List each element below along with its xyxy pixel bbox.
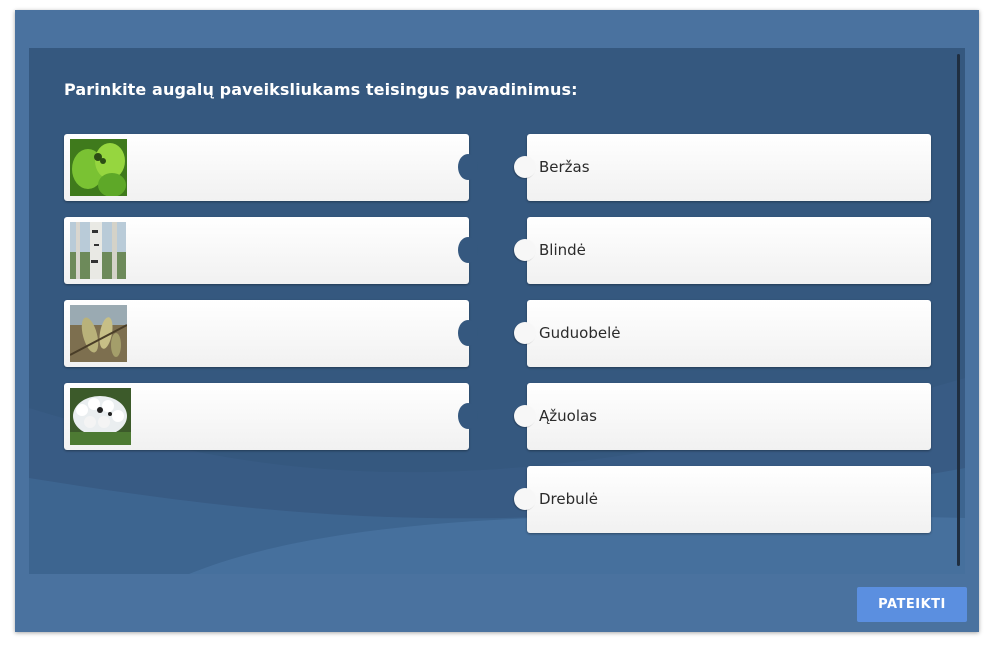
answer-tile-azuolas[interactable]: Ąžuolas (514, 383, 931, 450)
answer-label: Beržas (539, 158, 590, 176)
answer-label: Blindė (539, 241, 586, 259)
puzzle-knob (514, 488, 536, 510)
image-tile-1[interactable] (64, 134, 478, 201)
answer-label: Guduobelė (539, 324, 621, 342)
leaves-photo-icon (70, 139, 127, 196)
quiz-frame: Parinkite augalų paveiksliukams teisingu… (15, 10, 979, 632)
white-flowers-photo-icon (70, 388, 131, 445)
birch-trunk-photo-icon (70, 222, 126, 279)
puzzle-notch (458, 320, 478, 346)
answer-label: Ąžuolas (539, 407, 597, 425)
puzzle-notch (458, 154, 478, 180)
willow-catkins-photo-icon (70, 305, 127, 362)
image-tile-3[interactable] (64, 300, 478, 367)
answer-tile-blinde[interactable]: Blindė (514, 217, 931, 284)
puzzle-knob (514, 239, 536, 261)
puzzle-notch (458, 237, 478, 263)
submit-button[interactable]: PATEIKTI (857, 587, 967, 622)
puzzle-knob (514, 405, 536, 427)
image-tile-4[interactable] (64, 383, 478, 450)
scrollbar[interactable] (957, 54, 960, 566)
quiz-stage: Parinkite augalų paveiksliukams teisingu… (29, 48, 965, 574)
puzzle-notch (458, 403, 478, 429)
answer-tile-drebule[interactable]: Drebulė (514, 466, 931, 533)
question-title: Parinkite augalų paveiksliukams teisingu… (64, 80, 578, 99)
puzzle-knob (514, 322, 536, 344)
answer-tile-berzas[interactable]: Beržas (514, 134, 931, 201)
puzzle-knob (514, 156, 536, 178)
answer-tile-guduobele[interactable]: Guduobelė (514, 300, 931, 367)
answer-label: Drebulė (539, 490, 599, 508)
image-tile-2[interactable] (64, 217, 478, 284)
